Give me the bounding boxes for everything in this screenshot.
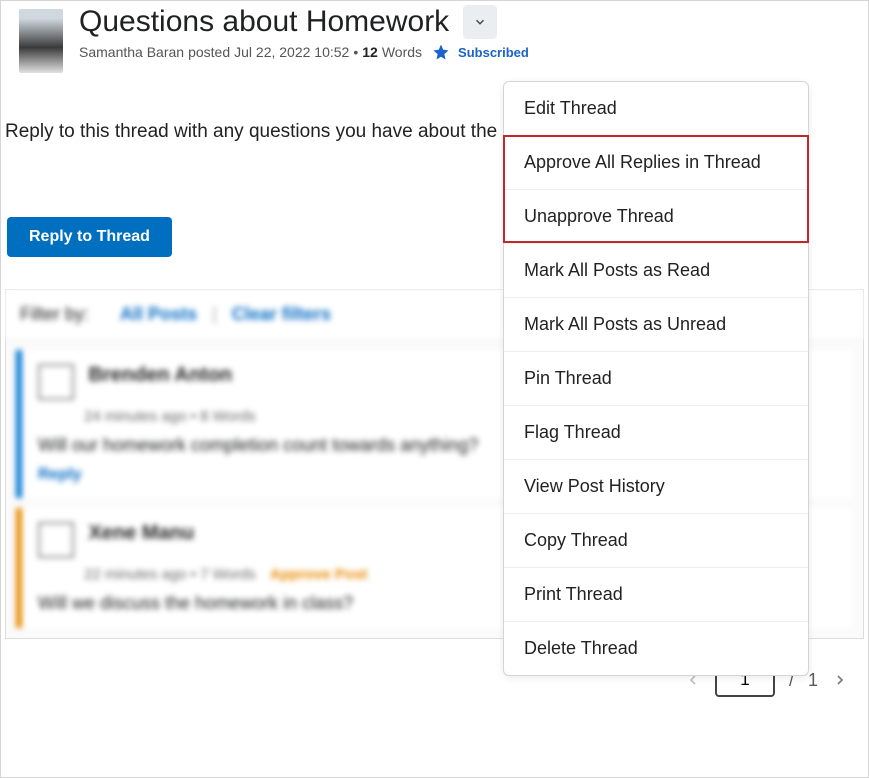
posted-label: posted — [188, 44, 230, 60]
reply-link[interactable]: Reply — [38, 466, 82, 484]
menu-edit-thread[interactable]: Edit Thread — [504, 82, 808, 136]
reply-meta-text: 22 minutes ago • 7 Words — [84, 566, 256, 583]
reply-author: Xene Manu — [88, 522, 194, 545]
filter-label: Filter by: — [20, 304, 89, 324]
filter-clear[interactable]: Clear filters — [232, 304, 331, 324]
filter-all-posts[interactable]: All Posts — [120, 304, 197, 324]
author-avatar — [19, 9, 63, 73]
words-label: Words — [382, 44, 422, 60]
thread-meta: Samantha Baran posted Jul 22, 2022 10:52… — [79, 43, 529, 61]
menu-mark-all-unread[interactable]: Mark All Posts as Unread — [504, 298, 808, 352]
menu-print-thread[interactable]: Print Thread — [504, 568, 808, 622]
reply-avatar — [38, 522, 74, 558]
thread-title: Questions about Homework — [79, 5, 449, 39]
chevron-down-icon — [473, 15, 487, 29]
author-name: Samantha Baran — [79, 44, 184, 60]
thread-actions-menu: Edit Thread Approve All Replies in Threa… — [503, 81, 809, 676]
reply-to-thread-button[interactable]: Reply to Thread — [7, 217, 172, 257]
pager-next-icon[interactable] — [832, 672, 848, 688]
thread-title-row: Questions about Homework — [79, 5, 529, 39]
thread-header: Questions about Homework Samantha Baran … — [1, 1, 868, 73]
subscribed-label[interactable]: Subscribed — [458, 45, 529, 60]
star-icon[interactable] — [432, 43, 450, 61]
menu-approve-all-replies[interactable]: Approve All Replies in Thread — [504, 136, 808, 190]
reply-avatar — [38, 364, 74, 400]
menu-unapprove-thread[interactable]: Unapprove Thread — [504, 190, 808, 244]
approve-post-link[interactable]: Approve Post — [270, 566, 368, 583]
thread-heading: Questions about Homework Samantha Baran … — [79, 5, 529, 61]
menu-copy-thread[interactable]: Copy Thread — [504, 514, 808, 568]
menu-delete-thread[interactable]: Delete Thread — [504, 622, 808, 675]
thread-actions-toggle[interactable] — [463, 5, 497, 39]
menu-pin-thread[interactable]: Pin Thread — [504, 352, 808, 406]
bullet: • — [353, 44, 358, 60]
filter-sep: | — [212, 304, 217, 324]
posted-at: Jul 22, 2022 10:52 — [234, 44, 349, 60]
pager-total: 1 — [808, 670, 818, 691]
menu-mark-all-read[interactable]: Mark All Posts as Read — [504, 244, 808, 298]
menu-flag-thread[interactable]: Flag Thread — [504, 406, 808, 460]
word-count: 12 — [362, 44, 378, 60]
menu-view-history[interactable]: View Post History — [504, 460, 808, 514]
reply-author: Brenden Anton — [88, 364, 232, 387]
